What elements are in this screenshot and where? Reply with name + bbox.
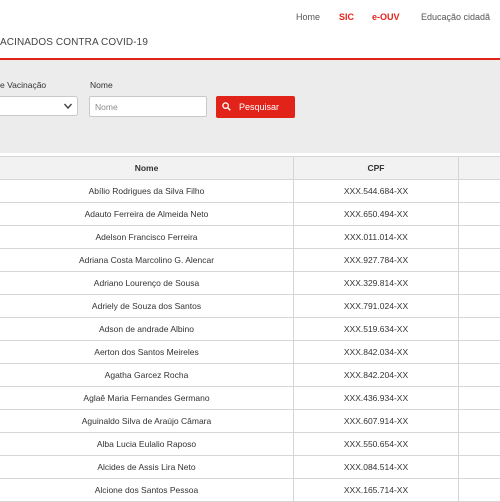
table-row[interactable]: Alcione dos Santos PessoaXXX.165.714-XX: [0, 479, 500, 502]
row-cpf: XXX.791.024-XX: [294, 295, 459, 318]
row-cpf: XXX.842.034-XX: [294, 341, 459, 364]
row-nome: Aglaê Maria Fernandes Germano: [0, 387, 294, 410]
nav-link-home[interactable]: Home: [296, 12, 320, 22]
row-cpf: XXX.550.654-XX: [294, 433, 459, 456]
table-row[interactable]: Agatha Garcez RochaXXX.842.204-XX: [0, 364, 500, 387]
table-row[interactable]: Adriana Costa Marcolino G. AlencarXXX.92…: [0, 249, 500, 272]
row-nome: Alcione dos Santos Pessoa: [0, 479, 294, 502]
row-nome: Adriely de Souza dos Santos: [0, 295, 294, 318]
row-nome: Agatha Garcez Rocha: [0, 364, 294, 387]
nav-link-e-ouv[interactable]: e-OUV: [372, 12, 400, 22]
table-row[interactable]: Aglaê Maria Fernandes GermanoXXX.436.934…: [0, 387, 500, 410]
column-header-extra: [459, 157, 500, 180]
row-cell-extra: [459, 410, 500, 433]
table-row[interactable]: Adelson Francisco FerreiraXXX.011.014-XX: [0, 226, 500, 249]
row-cell-extra: [459, 387, 500, 410]
row-nome: Adelson Francisco Ferreira: [0, 226, 294, 249]
vacinacao-label: e Vacinação: [0, 80, 46, 90]
row-cpf: XXX.519.634-XX: [294, 318, 459, 341]
pesquisar-button[interactable]: Pesquisar: [216, 96, 295, 118]
row-nome: Adauto Ferreira de Almeida Neto: [0, 203, 294, 226]
nav-link-educacao-cidada[interactable]: Educação cidadã: [421, 12, 490, 22]
row-cell-extra: [459, 180, 500, 203]
row-cpf: XXX.165.714-XX: [294, 479, 459, 502]
row-cell-extra: [459, 456, 500, 479]
search-icon: [222, 102, 231, 111]
row-cell-extra: [459, 295, 500, 318]
page-title: ACINADOS CONTRA COVID-19: [0, 37, 148, 48]
table-row[interactable]: Alba Lucia Eulalio RaposoXXX.550.654-XX: [0, 433, 500, 456]
table-row[interactable]: Adauto Ferreira de Almeida NetoXXX.650.4…: [0, 203, 500, 226]
row-nome: Alba Lucia Eulalio Raposo: [0, 433, 294, 456]
row-cpf: XXX.842.204-XX: [294, 364, 459, 387]
row-nome: Adriano Lourenço de Sousa: [0, 272, 294, 295]
vacinacao-select[interactable]: [0, 96, 78, 116]
vaccinated-table: Nome CPF Abílio Rodrigues da Silva Filho…: [0, 156, 500, 502]
top-navigation: Home SIC e-OUV Educação cidadã: [0, 0, 500, 36]
column-header-nome[interactable]: Nome: [0, 157, 294, 180]
table-row[interactable]: Alcides de Assis Lira NetoXXX.084.514-XX: [0, 456, 500, 479]
table-row[interactable]: Aerton dos Santos MeirelesXXX.842.034-XX: [0, 341, 500, 364]
row-cpf: XXX.011.014-XX: [294, 226, 459, 249]
row-cpf: XXX.329.814-XX: [294, 272, 459, 295]
table-row[interactable]: Adriely de Souza dos SantosXXX.791.024-X…: [0, 295, 500, 318]
row-cell-extra: [459, 203, 500, 226]
table-row[interactable]: Abílio Rodrigues da Silva FilhoXXX.544.6…: [0, 180, 500, 203]
row-cell-extra: [459, 364, 500, 387]
row-cpf: XXX.084.514-XX: [294, 456, 459, 479]
row-cell-extra: [459, 272, 500, 295]
row-cell-extra: [459, 249, 500, 272]
row-cell-extra: [459, 479, 500, 502]
column-header-cpf[interactable]: CPF: [294, 157, 459, 180]
row-cell-extra: [459, 433, 500, 456]
row-cpf: XXX.544.684-XX: [294, 180, 459, 203]
row-nome: Abílio Rodrigues da Silva Filho: [0, 180, 294, 203]
row-nome: Adriana Costa Marcolino G. Alencar: [0, 249, 294, 272]
nome-input[interactable]: [89, 96, 207, 117]
row-nome: Aguinaldo Silva de Araújo Câmara: [0, 410, 294, 433]
row-cpf: XXX.650.494-XX: [294, 203, 459, 226]
row-cpf: XXX.927.784-XX: [294, 249, 459, 272]
row-cell-extra: [459, 341, 500, 364]
row-cpf: XXX.436.934-XX: [294, 387, 459, 410]
row-nome: Adson de andrade Albino: [0, 318, 294, 341]
row-cell-extra: [459, 318, 500, 341]
nav-link-sic[interactable]: SIC: [339, 12, 354, 22]
pesquisar-label: Pesquisar: [239, 102, 279, 112]
row-nome: Alcides de Assis Lira Neto: [0, 456, 294, 479]
nome-label: Nome: [90, 80, 113, 90]
table-row[interactable]: Adson de andrade AlbinoXXX.519.634-XX: [0, 318, 500, 341]
table-row[interactable]: Adriano Lourenço de SousaXXX.329.814-XX: [0, 272, 500, 295]
chevron-down-icon: [63, 101, 73, 111]
table-row[interactable]: Aguinaldo Silva de Araújo CâmaraXXX.607.…: [0, 410, 500, 433]
row-cell-extra: [459, 226, 500, 249]
row-nome: Aerton dos Santos Meireles: [0, 341, 294, 364]
row-cpf: XXX.607.914-XX: [294, 410, 459, 433]
table-header-row: Nome CPF: [0, 157, 500, 180]
filter-panel: e Vacinação Nome Pesquisar: [0, 60, 500, 153]
